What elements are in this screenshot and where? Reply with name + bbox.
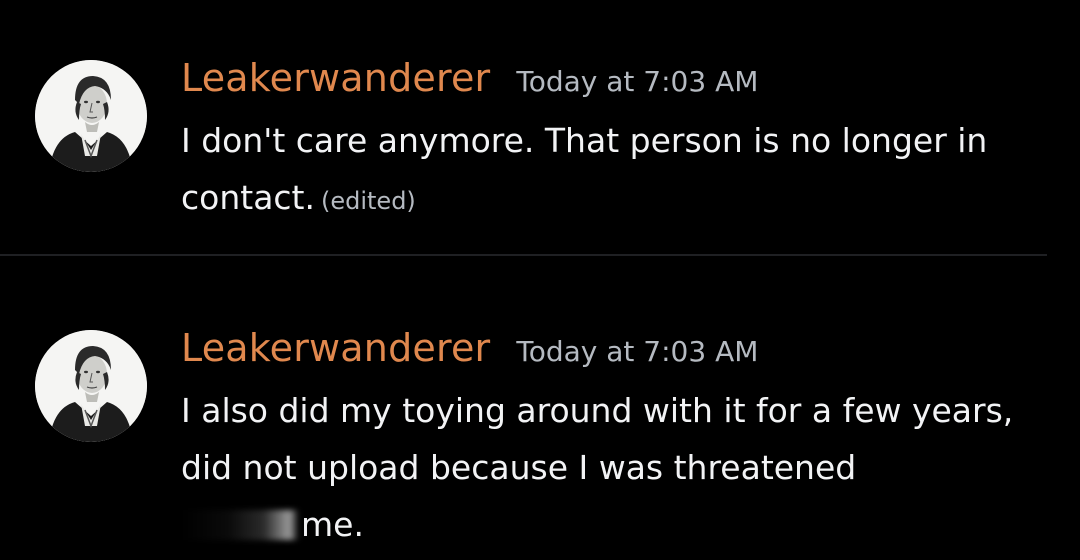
message-content: I don't care anymore. That person is no … xyxy=(181,112,1041,230)
message-header: Leakerwanderer Today at 7:03 AM xyxy=(181,326,758,376)
username[interactable]: Leakerwanderer xyxy=(181,326,490,370)
edited-label: (edited) xyxy=(320,187,416,215)
message-line: I also did my toying around with it for … xyxy=(181,391,1014,430)
redacted-text xyxy=(181,510,299,540)
engraved-portrait-icon xyxy=(35,60,147,172)
message-content: I also did my toying around with it for … xyxy=(181,382,1041,553)
message-header: Leakerwanderer Today at 7:03 AM xyxy=(181,56,758,106)
timestamp[interactable]: Today at 7:03 AM xyxy=(516,65,758,98)
message-line: me. xyxy=(301,505,364,544)
message-line: I don't care anymore. That person is no … xyxy=(181,121,988,160)
avatar[interactable] xyxy=(35,330,147,442)
message-divider xyxy=(0,254,1047,256)
avatar[interactable] xyxy=(35,60,147,172)
message-line: did not upload because I was threatened xyxy=(181,448,857,487)
chat-message: Leakerwanderer Today at 7:03 AM I also d… xyxy=(0,322,1080,560)
message-line-wrap: contact. (edited) xyxy=(181,169,1041,230)
timestamp[interactable]: Today at 7:03 AM xyxy=(516,335,758,368)
chat-message: Leakerwanderer Today at 7:03 AM I don't … xyxy=(0,52,1080,222)
message-line-wrap: me. xyxy=(181,496,1041,553)
username[interactable]: Leakerwanderer xyxy=(181,56,490,100)
message-line: contact. xyxy=(181,178,315,217)
engraved-portrait-icon xyxy=(35,330,147,442)
